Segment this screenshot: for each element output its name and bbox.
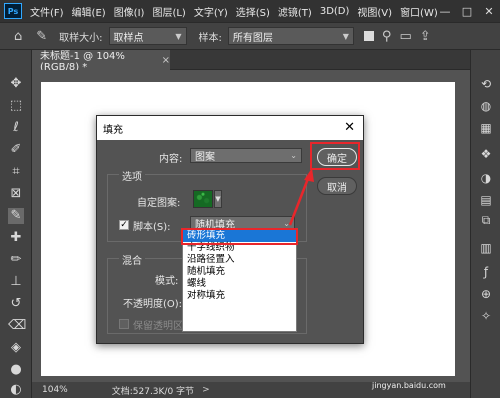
eraser-tool-icon[interactable]: ⌫ (8, 318, 26, 334)
dropdown-item-random-fill[interactable]: 随机填充 (183, 266, 296, 278)
minimize-button[interactable]: — (434, 5, 456, 18)
color-icon[interactable]: ◍ (478, 98, 494, 114)
close-window-button[interactable]: ✕ (478, 5, 500, 18)
lasso-tool-icon[interactable]: ℓ (8, 120, 24, 136)
chevron-down-icon: ⌄ (283, 219, 290, 228)
zoom-level[interactable]: 104% (42, 385, 68, 395)
home-icon[interactable]: ⌂ (14, 29, 22, 44)
adjustments-icon[interactable]: ◑ (478, 170, 494, 186)
menu-window[interactable]: 窗口(W) (400, 4, 438, 19)
mode-label: 模式: (155, 276, 179, 287)
sample-value: 所有图层 (232, 32, 273, 44)
tools-panel: ✥ ⬚ ℓ ✐ ⌗ ⊠ ✎ ✚ ✏ ⊥ ↺ ⌫ ◈ ● ◐ (0, 50, 32, 398)
menu-image[interactable]: 图像(I) (114, 4, 145, 19)
menu-edit[interactable]: 编辑(E) (72, 4, 106, 19)
menu-filter[interactable]: 滤镜(T) (278, 4, 312, 19)
libraries-icon[interactable]: ▤ (478, 192, 494, 208)
menu-type[interactable]: 文字(Y) (194, 4, 228, 19)
properties-icon[interactable]: ⧉ (478, 212, 494, 228)
menu-layer[interactable]: 图层(L) (152, 4, 185, 19)
right-panel-dock: ⟲ ◍ ▦ ❖ ◑ ▤ ⧉ ▥ ƒ ⊕ ✧ (470, 50, 500, 398)
close-icon[interactable]: ✕ (344, 120, 355, 135)
paths-icon[interactable]: ✧ (478, 308, 494, 324)
custom-pattern-label: 自定图案: (137, 198, 181, 209)
share-icon[interactable]: ⇪ (420, 29, 431, 44)
chevron-down-icon[interactable]: ▼ (214, 190, 222, 208)
sample-size-value: 取样点 (113, 32, 144, 44)
sample-size-label: 取样大小: (59, 32, 103, 44)
menu-select[interactable]: 选择(S) (236, 4, 270, 19)
menu-file[interactable]: 文件(F) (30, 4, 64, 19)
dropdown-item-symmetry-fill[interactable]: 对称填充 (183, 290, 296, 302)
highlight-box-brick-fill (181, 228, 298, 245)
blur-tool-icon[interactable]: ● (8, 362, 24, 378)
dropdown-item-place-along-path[interactable]: 沿路径置入 (183, 254, 296, 266)
script-checkbox[interactable]: ✓ (119, 220, 129, 230)
history-brush-icon[interactable]: ↺ (8, 296, 24, 312)
menu-3d[interactable]: 3D(D) (320, 6, 350, 17)
frame-tool-icon[interactable]: ⊠ (8, 186, 24, 202)
workspace-icon[interactable]: ▭ (399, 29, 411, 44)
chevron-down-icon: ▼ (342, 31, 349, 41)
eyedropper-tool-icon[interactable]: ✎ (36, 29, 47, 44)
channels-icon[interactable]: ⊕ (478, 286, 494, 302)
brush-tool-icon[interactable]: ✏ (8, 252, 24, 268)
options-bar: ⌂ ✎ 取样大小: 取样点 ▼ 样本: 所有图层 ▼ ⚲ ▭ ⇪ (0, 22, 500, 50)
fx-icon[interactable]: ƒ (478, 264, 494, 280)
healing-brush-icon[interactable]: ✚ (8, 230, 24, 246)
pattern-swatch[interactable] (193, 190, 213, 208)
document-info: 文档:527.3K/0 字节 (111, 386, 195, 397)
blend-group-label: 混合 (119, 252, 145, 267)
document-tab[interactable]: 未标题-1 @ 104%(RGB/8) * × (32, 50, 170, 73)
chevron-down-icon: ▼ (175, 31, 182, 41)
quick-select-tool-icon[interactable]: ✐ (8, 142, 24, 158)
dropdown-item-spiral[interactable]: 螺线 (183, 278, 296, 290)
cancel-button[interactable]: 取消 (317, 177, 357, 195)
content-select[interactable]: 图案 ⌄ (190, 148, 302, 163)
watermark-logo: Bai 经验 (382, 360, 436, 375)
history-icon[interactable]: ⟲ (478, 76, 494, 92)
sample-label: 样本: (198, 32, 222, 44)
close-icon[interactable]: × (162, 55, 170, 66)
dialog-title: 填充 (103, 124, 123, 136)
sample-select[interactable]: 所有图层 ▼ (227, 27, 354, 45)
menu-bar: Ps 文件(F) 编辑(E) 图像(I) 图层(L) 文字(Y) 选择(S) 滤… (0, 0, 500, 22)
options-group-label: 选项 (119, 168, 145, 183)
clone-stamp-icon[interactable]: ⊥ (8, 274, 24, 290)
dodge-tool-icon[interactable]: ◐ (8, 382, 24, 398)
swatches-icon[interactable]: ▦ (478, 120, 494, 136)
marquee-tool-icon[interactable]: ⬚ (8, 98, 24, 114)
styles-icon[interactable]: ▥ (478, 240, 494, 256)
content-value: 图案 (195, 152, 215, 163)
document-tab-bar: 未标题-1 @ 104%(RGB/8) * × (32, 50, 470, 73)
photoshop-logo: Ps (4, 3, 22, 19)
script-label: 脚本(S): (133, 222, 171, 233)
window-controls: — □ ✕ (434, 0, 500, 22)
chevron-down-icon: ⌄ (290, 151, 297, 160)
dialog-title-bar: 填充 ✕ (97, 116, 363, 140)
watermark-url: jingyan.baidu.com (372, 381, 446, 390)
highlight-box-ok-button (310, 142, 360, 170)
move-tool-icon[interactable]: ✥ (8, 76, 24, 92)
sample-size-select[interactable]: 取样点 ▼ (108, 27, 187, 45)
opacity-label: 不透明度(O): (123, 299, 183, 310)
show-ring-checkbox[interactable] (363, 31, 374, 41)
eyedropper-tool-icon[interactable]: ✎ (8, 208, 24, 224)
crop-tool-icon[interactable]: ⌗ (8, 164, 24, 180)
layers-icon[interactable]: ❖ (478, 146, 494, 162)
paint-bucket-icon[interactable]: ◈ (8, 340, 24, 356)
menu-view[interactable]: 视图(V) (357, 4, 392, 19)
preserve-transparency-checkbox (119, 319, 129, 329)
status-menu-icon[interactable]: > (202, 385, 210, 395)
maximize-button[interactable]: □ (456, 5, 478, 18)
content-label: 内容: (159, 154, 183, 165)
search-icon[interactable]: ⚲ (382, 29, 392, 44)
